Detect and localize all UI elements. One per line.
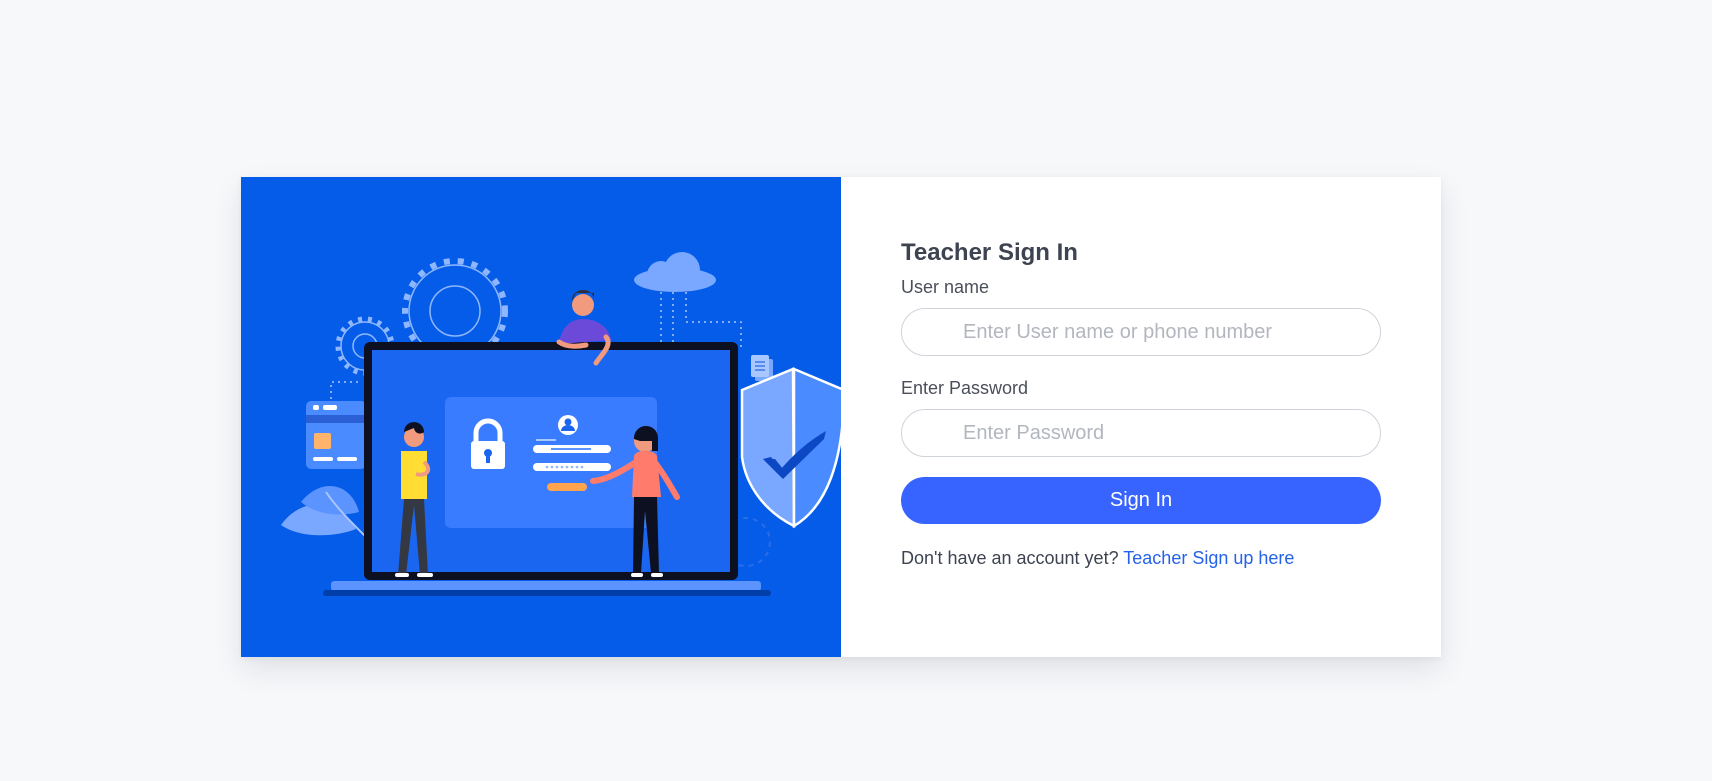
document-icon bbox=[751, 355, 773, 381]
signup-link[interactable]: Teacher Sign up here bbox=[1123, 548, 1294, 568]
user-icon bbox=[558, 415, 578, 435]
page-title: Teacher Sign In bbox=[901, 239, 1078, 266]
signin-form: Teacher Sign In User name Enter Password… bbox=[901, 237, 1381, 570]
username-input[interactable] bbox=[901, 308, 1381, 356]
signin-form-panel: Teacher Sign In User name Enter Password… bbox=[841, 177, 1441, 657]
password-label: Enter Password bbox=[901, 378, 1029, 398]
illustration-panel bbox=[241, 177, 841, 657]
shield-check-icon bbox=[740, 367, 841, 529]
sign-in-button[interactable]: Sign In bbox=[901, 477, 1381, 524]
browser-card-icon bbox=[306, 401, 366, 469]
login-security-illustration bbox=[281, 252, 841, 596]
password-input[interactable] bbox=[901, 409, 1381, 457]
username-label: User name bbox=[901, 277, 990, 297]
signin-card: Teacher Sign In User name Enter Password… bbox=[241, 177, 1441, 657]
leaf-icon bbox=[281, 485, 367, 538]
signup-prompt-text: Don't have an account yet? bbox=[901, 548, 1119, 568]
signup-prompt-line: Don't have an account yet? Teacher Sign … bbox=[901, 546, 1381, 570]
cloud-icon bbox=[634, 252, 716, 292]
